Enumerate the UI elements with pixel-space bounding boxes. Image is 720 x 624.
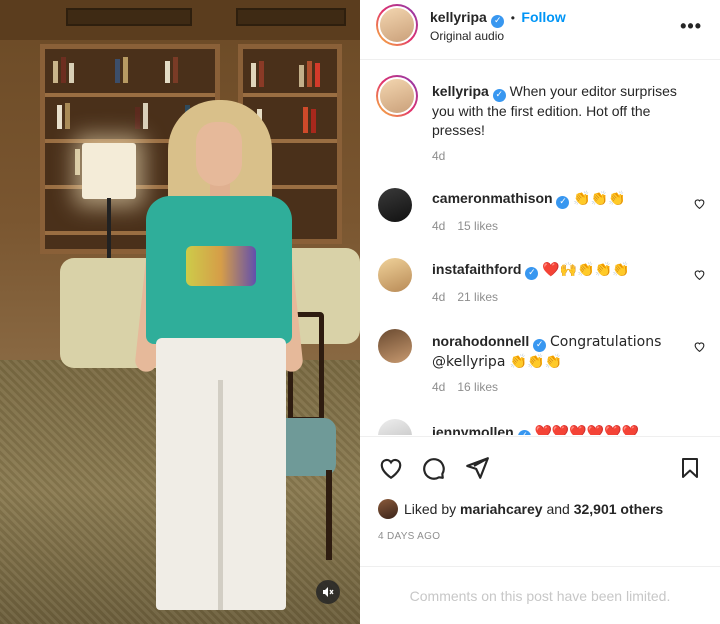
like-comment-heart-icon[interactable] (693, 340, 706, 353)
like-comment-heart-icon[interactable] (693, 197, 706, 210)
comment-time: 4d (432, 380, 446, 394)
comment-time: 4d (432, 290, 446, 304)
heart-icon[interactable] (378, 455, 404, 481)
comment-username[interactable]: jennymollen (432, 424, 514, 435)
share-icon[interactable] (464, 455, 490, 481)
liked-others-count[interactable]: 32,901 others (574, 501, 664, 517)
comments-limited-notice: Comments on this post have been limited. (360, 566, 720, 624)
comment-username[interactable]: instafaithford (432, 261, 521, 277)
comment-likes[interactable]: 15 likes (457, 219, 498, 233)
verified-badge-icon: ✓ (556, 196, 570, 209)
ceiling-beam (0, 0, 360, 40)
post-video[interactable] (0, 0, 360, 624)
comment-text: ❤️❤️❤️❤️❤️❤️ (534, 425, 640, 435)
verified-badge-icon: ✓ (517, 430, 531, 435)
verified-badge-icon: ✓ (492, 89, 506, 102)
post-actions: Liked by mariahcarey and 32,901 others 4… (360, 436, 720, 566)
verified-badge-icon: ✓ (533, 339, 547, 352)
comment-username[interactable]: norahodonnell (432, 333, 529, 349)
verified-badge-icon: ✓ (491, 15, 505, 28)
audio-label[interactable]: Original audio (430, 29, 504, 43)
more-options-icon[interactable]: ••• (680, 16, 702, 37)
liked-by-user[interactable]: mariahcarey (460, 501, 543, 517)
commenter-avatar[interactable] (378, 188, 412, 222)
commenter-avatar[interactable] (378, 258, 412, 292)
post-sidebar: kellyripa ✓ • Follow Original audio ••• … (360, 0, 720, 624)
liked-prefix: Liked by (404, 501, 457, 517)
caption-time: 4d (432, 149, 446, 163)
person-face (196, 122, 242, 186)
follow-button[interactable]: Follow (521, 9, 565, 25)
comment-likes[interactable]: 21 likes (457, 290, 498, 304)
comment-text: 👏👏👏 (573, 191, 626, 207)
liked-conj: and (546, 501, 570, 517)
liker-avatar[interactable] (378, 499, 398, 519)
comments-list[interactable]: kellyripa ✓ When your editor surprises y… (360, 61, 720, 435)
speaker-muted-icon (323, 587, 334, 597)
comment-username[interactable]: cameronmathison (432, 190, 553, 206)
post-date[interactable]: 4 DAYS AGO (378, 531, 440, 542)
floor-lamp (82, 143, 136, 199)
caption-username[interactable]: kellyripa (432, 83, 489, 99)
comment-time: 4d (432, 219, 446, 233)
post-header: kellyripa ✓ • Follow Original audio ••• (360, 0, 720, 60)
author-avatar[interactable] (376, 4, 418, 46)
mute-button[interactable] (316, 580, 340, 604)
comment-likes[interactable]: 16 likes (457, 380, 498, 394)
commenter-avatar[interactable] (378, 329, 412, 363)
author-username[interactable]: kellyripa (430, 9, 487, 25)
liked-by: Liked by mariahcarey and 32,901 others (378, 499, 663, 519)
author-avatar[interactable] (376, 75, 418, 117)
bookmark-icon[interactable] (678, 455, 702, 481)
commenter-avatar[interactable] (378, 419, 412, 435)
shirt-graphic (186, 246, 256, 286)
comment-icon[interactable] (420, 455, 446, 481)
separator-dot: • (510, 11, 515, 25)
like-comment-heart-icon[interactable] (693, 268, 706, 281)
comment-text: ❤️🙌👏👏👏 (542, 262, 630, 278)
verified-badge-icon: ✓ (525, 267, 539, 280)
